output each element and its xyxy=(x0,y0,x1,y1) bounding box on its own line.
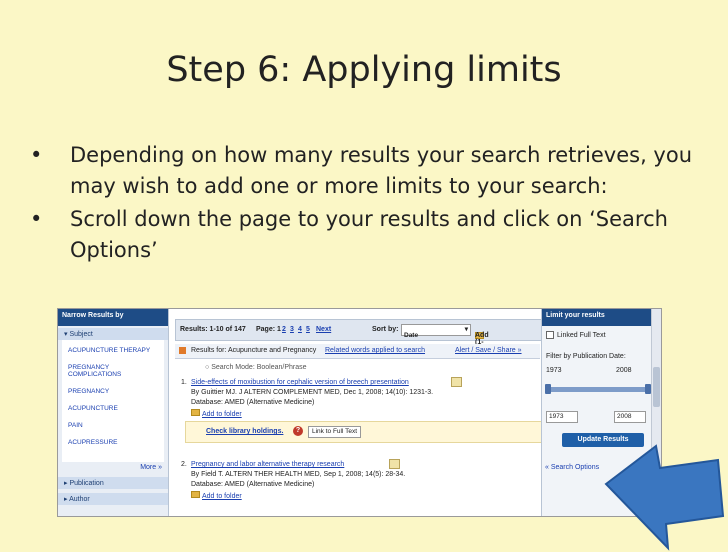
narrow-results-panel: Narrow Results by ▾ Subject ACUPUNCTURE … xyxy=(58,309,169,516)
subject-link[interactable]: PREGNANCY COMPLICATIONS xyxy=(62,359,164,383)
sort-select[interactable]: Date ▾ xyxy=(401,324,471,339)
dropdown-arrow-icon: ▾ xyxy=(464,326,468,333)
checkbox[interactable] xyxy=(546,331,554,339)
folder-icon xyxy=(191,409,200,416)
bullet-list: • Depending on how many results your sea… xyxy=(28,140,708,268)
link-to-full-text-button[interactable]: Link to Full Text xyxy=(308,426,362,438)
related-words-link[interactable]: Related words applied to search xyxy=(325,347,425,354)
page-label: Page: 1 xyxy=(256,326,281,333)
rss-icon[interactable] xyxy=(179,347,186,354)
preview-icon[interactable] xyxy=(389,459,400,469)
subject-facet-header[interactable]: ▾ Subject xyxy=(58,328,168,340)
help-icon[interactable]: ? xyxy=(293,426,303,436)
date-range-from: 1973 xyxy=(546,367,562,374)
record-database: Database: AMED (Alternative Medicine) xyxy=(191,399,315,406)
bullet-text: Depending on how many results your searc… xyxy=(70,143,693,198)
holdings-box: Check library holdings. ? Link to Full T… xyxy=(185,421,542,443)
to-year-input[interactable]: 2008 xyxy=(614,411,646,423)
linked-full-text-option[interactable]: Linked Full Text xyxy=(546,331,606,339)
result-record: 2. Pregnancy and labor alternative thera… xyxy=(175,459,540,516)
limit-results-header: Limit your results xyxy=(542,309,661,326)
preview-icon[interactable] xyxy=(451,377,462,387)
result-record: 1. Side-effects of moxibustion for cepha… xyxy=(175,377,542,459)
results-for-bar: Results for: Acupuncture and Pregnancy R… xyxy=(175,344,540,359)
page-link[interactable]: 3 xyxy=(290,326,294,333)
filter-date-label: Filter by Publication Date: xyxy=(546,353,626,360)
record-database: Database: AMED (Alternative Medicine) xyxy=(191,481,315,488)
add-to-folder-link[interactable]: Add to folder xyxy=(191,491,242,500)
search-results-screenshot: Narrow Results by ▾ Subject ACUPUNCTURE … xyxy=(57,308,662,517)
record-byline: By Guittier MJ. J ALTERN COMPLEMENT MED,… xyxy=(191,389,434,396)
results-for-text: Results for: Acupuncture and Pregnancy xyxy=(191,347,317,354)
pointer-arrow xyxy=(604,444,725,551)
slide-title: Step 6: Applying limits xyxy=(166,50,562,90)
arrow-shape xyxy=(604,444,725,551)
bullet-item: • Scroll down the page to your results a… xyxy=(28,204,708,266)
search-options-link[interactable]: « Search Options xyxy=(545,464,599,471)
record-title-link[interactable]: Side-effects of moxibustion for cephalic… xyxy=(191,379,409,386)
page-link[interactable]: 2 xyxy=(282,326,286,333)
bullet-dot: • xyxy=(30,207,43,231)
record-number: 1. xyxy=(181,379,187,386)
alert-save-share-link[interactable]: Alert / Save / Share » xyxy=(455,347,522,354)
next-page-link[interactable]: Next xyxy=(316,326,331,333)
subject-link[interactable]: PAIN xyxy=(62,417,164,434)
scrollbar-thumb[interactable] xyxy=(653,367,660,407)
search-mode: ○ Search Mode: Boolean/Phrase xyxy=(205,364,307,371)
results-count: Results: 1-10 of 147 xyxy=(180,326,246,333)
page-link[interactable]: 4 xyxy=(298,326,302,333)
results-toolbar: Results: 1-10 of 147 Page: 1 2 3 4 5 Nex… xyxy=(175,319,542,353)
date-slider[interactable] xyxy=(545,384,651,394)
results-panel: Results: 1-10 of 147 Page: 1 2 3 4 5 Nex… xyxy=(175,309,542,516)
more-subjects-link[interactable]: More » xyxy=(58,462,168,473)
bullet-text: Scroll down the page to your results and… xyxy=(70,207,668,262)
subject-link[interactable]: ACUPRESSURE xyxy=(62,434,164,451)
slider-handle-left[interactable] xyxy=(545,384,551,394)
record-byline: By Field T. ALTERN THER HEALTH MED, Sep … xyxy=(191,471,406,478)
subject-link[interactable]: ACUPUNCTURE xyxy=(62,400,164,417)
author-facet-header[interactable]: ▸ Author xyxy=(58,493,168,505)
sort-by-label: Sort by: xyxy=(372,326,399,333)
date-range-to: 2008 xyxy=(616,367,632,374)
folder-icon xyxy=(191,491,200,498)
record-number: 2. xyxy=(181,461,187,468)
narrow-results-header: Narrow Results by xyxy=(58,309,168,326)
subject-list: ACUPUNCTURE THERAPY PREGNANCY COMPLICATI… xyxy=(62,340,164,462)
publication-facet-header[interactable]: ▸ Publication xyxy=(58,477,168,489)
from-year-input[interactable]: 1973 xyxy=(546,411,578,423)
check-holdings-link[interactable]: Check library holdings. xyxy=(206,428,283,435)
add-to-folder-link[interactable]: Add to folder xyxy=(191,409,242,418)
record-title-link[interactable]: Pregnancy and labor alternative therapy … xyxy=(191,461,344,468)
bullet-item: • Depending on how many results your sea… xyxy=(28,140,708,202)
subject-link[interactable]: PREGNANCY xyxy=(62,383,164,400)
subject-link[interactable]: ACUPUNCTURE THERAPY xyxy=(62,342,164,359)
bullet-dot: • xyxy=(30,143,43,167)
page-link[interactable]: 5 xyxy=(306,326,310,333)
